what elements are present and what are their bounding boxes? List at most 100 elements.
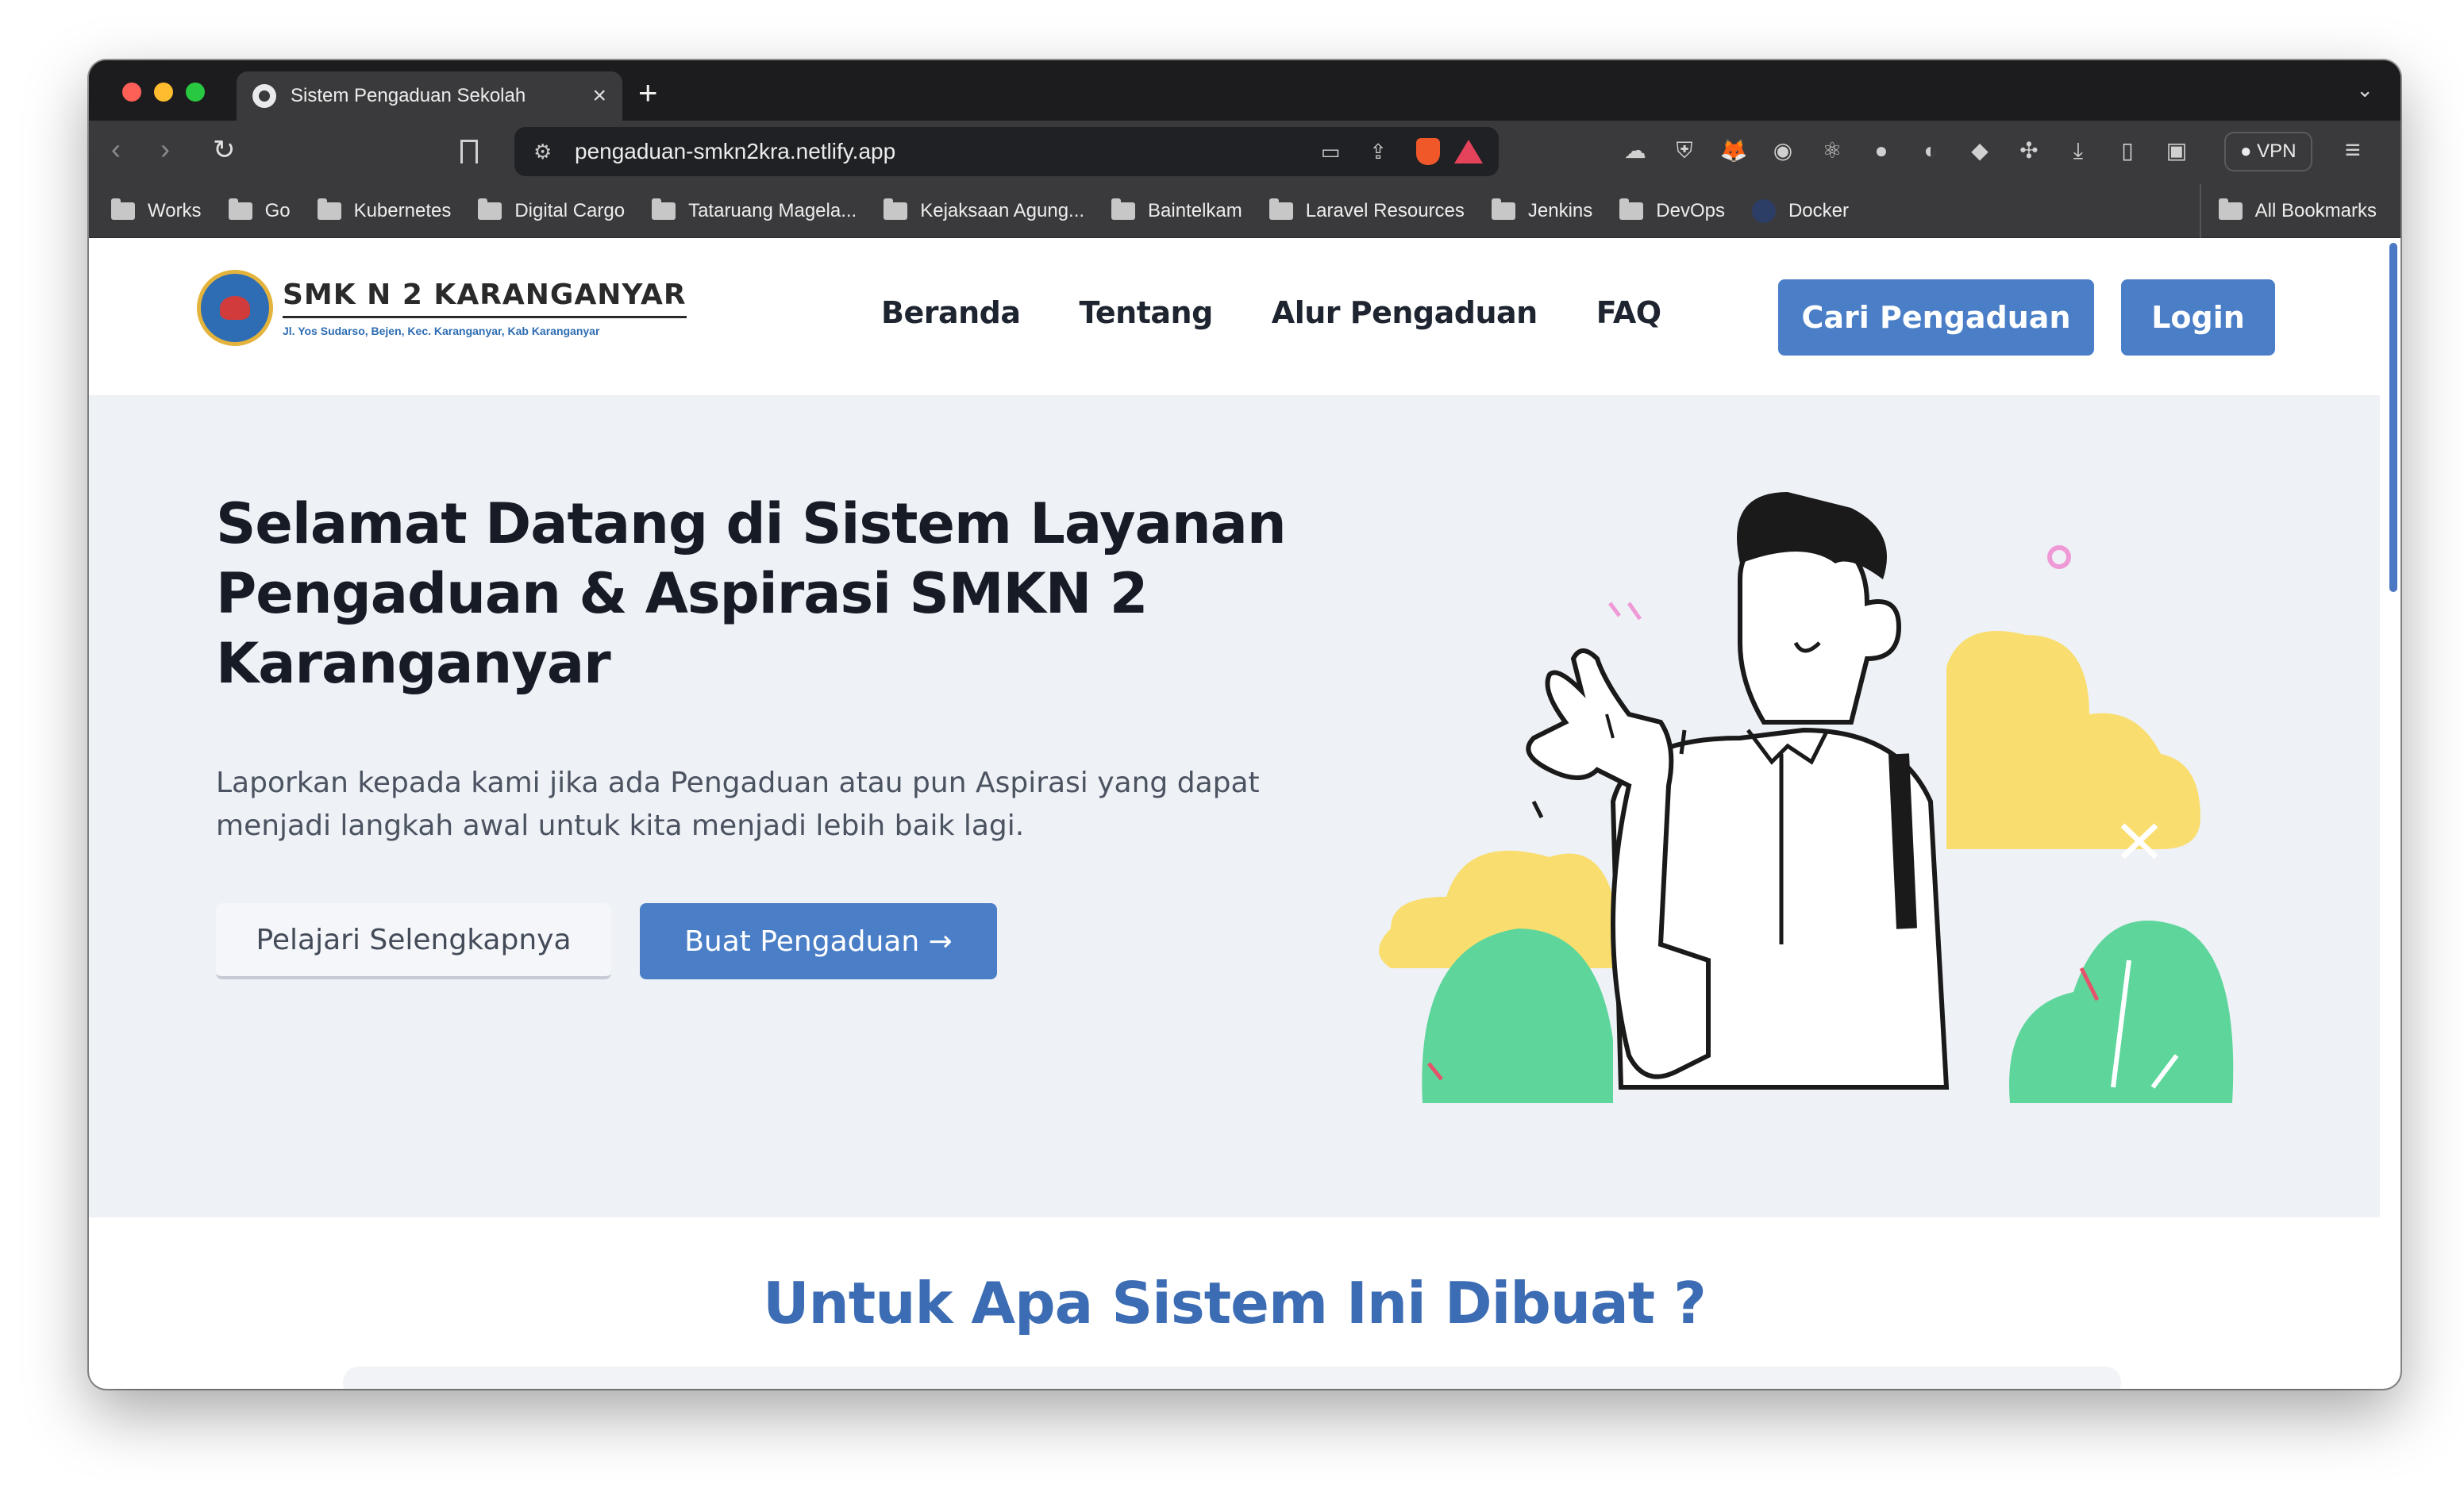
bookmark-folder[interactable]: Kubernetes [317,198,452,222]
bookmark-folder[interactable]: Digital Cargo [478,198,626,222]
tab-close-icon[interactable]: × [592,84,606,108]
puzzle-badge-icon[interactable]: ◆ [1965,137,1994,165]
yellow-cloud-right [1946,631,2200,849]
wallet-icon[interactable]: ▣ [2162,137,2191,165]
folder-icon [652,198,676,220]
share-icon[interactable]: ⇪ [1354,140,1402,164]
browser-window: Sistem Pengaduan Sekolah × + ⌄ ‹ › ↻ ⚙ p… [89,60,2400,1389]
bookmark-label: Digital Cargo [514,199,626,221]
school-emblem-icon [197,270,273,346]
bookmark-folder[interactable]: Go [228,198,291,222]
bookmark-label: Jenkins [1527,199,1593,221]
nav-link-tentang[interactable]: Tentang [1080,295,1214,330]
bookmark-docker[interactable]: Docker [1751,198,1849,223]
waving-man-illustration [1379,492,2234,1103]
section-title: Untuk Apa Sistem Ini Dibuat ? [763,1270,1707,1336]
hero-title: Selamat Datang di Sistem Layanan Pengadu… [216,491,1287,696]
brain-icon[interactable]: ● [1867,137,1896,165]
all-bookmarks[interactable]: All Bookmarks [2199,184,2377,238]
bookmark-folder[interactable]: Baintelkam [1111,198,1242,222]
nav-link-alur-pengaduan[interactable]: Alur Pengaduan [1272,295,1538,330]
folder-icon [1269,198,1293,220]
bookmark-label: DevOps [1656,199,1725,221]
logo-name: SMK N 2 KARANGANYAR [283,279,687,318]
bookmark-label: Tataruang Magela... [688,199,857,221]
maximize-window-button[interactable] [186,83,205,102]
brave-rewards-icon[interactable] [1454,140,1483,163]
bookmark-label: Laravel Resources [1305,199,1465,221]
cast-icon[interactable]: ▭ [1307,140,1354,164]
bookmark-folder[interactable]: Jenkins [1491,198,1593,222]
create-report-button[interactable]: Buat Pengaduan → [640,903,997,979]
url-text[interactable]: pengaduan-smkn2kra.netlify.app [575,139,1307,164]
vpn-label: VPN [2257,140,2297,162]
docker-icon [1751,198,1776,223]
minimize-window-button[interactable] [154,83,173,102]
tab-strip: Sistem Pengaduan Sekolah × + ⌄ [89,60,2400,121]
folder-icon [1491,198,1515,220]
tab-active[interactable]: Sistem Pengaduan Sekolah × [237,71,622,121]
search-report-button[interactable]: Cari Pengaduan [1778,279,2094,356]
tab-search-chevron-icon[interactable]: ⌄ [2356,78,2374,102]
all-bookmarks-label: All Bookmarks [2254,200,2377,221]
sidebar-icon[interactable]: ▯ [2113,137,2142,165]
login-button[interactable]: Login [2121,279,2275,356]
folder-icon [228,198,252,220]
bookmark-label: Baintelkam [1148,199,1242,221]
folder-icon [884,198,908,220]
browser-menu-icon[interactable]: ≡ [2345,135,2361,166]
site-favicon-icon [252,84,276,108]
bookmark-page-icon[interactable] [460,140,478,163]
puzzle-icon[interactable]: ✣ [2015,137,2043,165]
vpn-button[interactable]: ● VPN [2224,132,2312,171]
bookmark-folder[interactable]: DevOps [1619,198,1725,222]
fox-icon[interactable]: 🦊 [1719,137,1748,165]
camera-icon[interactable]: ◉ [1769,137,1797,165]
folder-icon [2218,198,2243,220]
folder-icon [111,198,135,220]
site-navbar: SMK N 2 KARANGANYAR Jl. Yos Sudarso, Bej… [89,238,2380,397]
bookmark-folder[interactable]: Laravel Resources [1269,198,1465,222]
hero-section: Selamat Datang di Sistem Layanan Pengadu… [89,397,2380,1217]
folder-icon [478,198,502,220]
bookmark-label: Go [264,199,291,221]
nav-link-faq[interactable]: FAQ [1596,295,1661,330]
suspender-right [1888,753,1917,929]
extensions-area: ☁ ⛨ 🦊 ◉ ⚛ ● ◐ ◆ ✣ ⤓ ▯ ▣ [1621,137,2191,165]
brave-shields-icon[interactable] [1416,138,1440,165]
content-card-top [343,1367,2121,1389]
shield-icon[interactable]: ⛨ [1670,137,1699,165]
nav-link-beranda[interactable]: Beranda [881,295,1021,330]
cloud-icon[interactable]: ☁ [1621,137,1650,165]
bookmark-label: Works [148,199,202,221]
logo-address: Jl. Yos Sudarso, Bejen, Kec. Karanganyar… [283,325,600,337]
pink-ring [2047,545,2071,569]
bookmark-folder[interactable]: Tataruang Magela... [652,198,857,222]
close-window-button[interactable] [122,83,141,102]
download-icon[interactable]: ⤓ [2064,137,2092,165]
bookmark-label: Kejaksaan Agung... [920,199,1085,221]
school-logo[interactable]: SMK N 2 KARANGANYAR Jl. Yos Sudarso, Bej… [197,270,687,346]
folder-icon [1619,198,1644,220]
bookmark-folder[interactable]: Kejaksaan Agung... [884,198,1085,222]
folder-icon [1111,198,1136,220]
forward-button[interactable]: › [160,135,170,163]
bookmark-label: Docker [1788,199,1849,221]
react-icon[interactable]: ⚛ [1818,137,1846,165]
bookmark-label: Kubernetes [353,199,452,221]
reload-button[interactable]: ↻ [213,137,236,163]
browser-toolbar: ‹ › ↻ ⚙ pengaduan-smkn2kra.netlify.app ▭… [89,121,2400,184]
cat-icon[interactable]: ◐ [1916,137,1945,165]
bookmarks-bar: Works Go Kubernetes Digital Cargo Tataruang … [89,184,2400,238]
address-bar[interactable]: ⚙ pengaduan-smkn2kra.netlify.app ▭ ⇪ [514,127,1499,176]
page-scrollbar[interactable] [2389,243,2397,592]
tab-title: Sistem Pengaduan Sekolah [291,85,526,106]
back-button[interactable]: ‹ [111,135,121,163]
folder-icon [317,198,341,220]
learn-more-button[interactable]: Pelajari Selengkapnya [216,903,611,979]
new-tab-button[interactable]: + [638,76,658,110]
main-menu: Beranda Tentang Alur Pengaduan FAQ [881,295,1661,330]
site-info-icon[interactable]: ⚙ [533,140,560,164]
bookmark-folder[interactable]: Works [111,198,202,222]
page-viewport: SMK N 2 KARANGANYAR Jl. Yos Sudarso, Bej… [89,238,2400,1389]
